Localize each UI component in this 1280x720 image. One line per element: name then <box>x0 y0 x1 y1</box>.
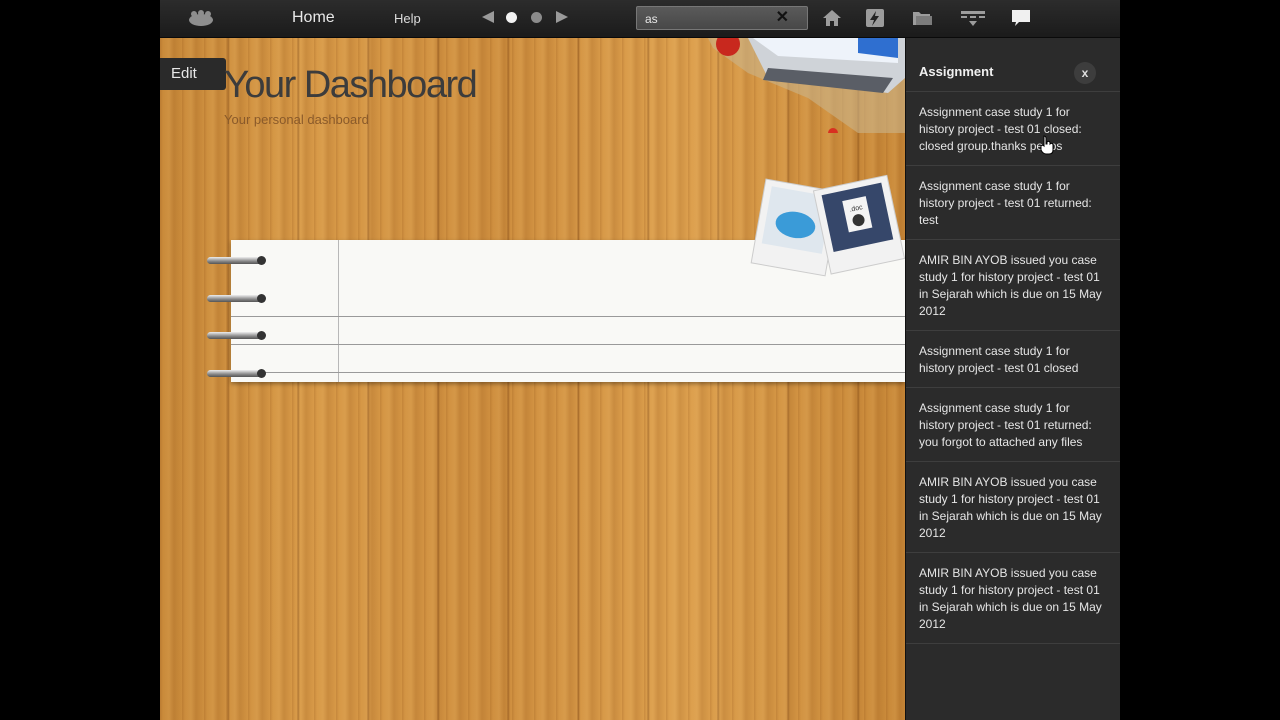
cloud-logo-icon[interactable] <box>188 9 214 27</box>
notification-item[interactable]: AMIR BIN AYOB issued you case study 1 fo… <box>906 462 1120 553</box>
photo-decoration-icon: .doc <box>750 174 906 277</box>
search-input[interactable] <box>643 9 767 29</box>
edit-button[interactable]: Edit <box>160 58 226 90</box>
assignment-panel: Assignment x Assignment case study 1 for… <box>905 38 1120 720</box>
right-arrow-icon[interactable] <box>556 11 568 23</box>
panel-close-button[interactable]: x <box>1074 62 1096 84</box>
spiral-ring <box>207 294 266 303</box>
notification-item[interactable]: Assignment case study 1 for history proj… <box>906 388 1120 462</box>
notification-item[interactable]: AMIR BIN AYOB issued you case study 1 fo… <box>906 240 1120 331</box>
notebook-rule <box>231 316 905 317</box>
spiral-ring <box>207 331 266 340</box>
page-title: Your Dashboard <box>224 64 478 106</box>
laptop-decoration-icon <box>708 38 905 133</box>
spiral-ring <box>207 256 266 265</box>
folder-icon[interactable] <box>911 7 933 29</box>
search-box: ✕ <box>636 6 808 30</box>
notification-item[interactable]: Assignment case study 1 for history proj… <box>906 166 1120 240</box>
close-x-icon[interactable]: ✕ <box>776 9 789 27</box>
notification-item[interactable]: Assignment case study 1 for history proj… <box>906 331 1120 388</box>
mouse-cursor-icon <box>1040 135 1054 155</box>
home-icon[interactable] <box>821 7 843 29</box>
notebook-row[interactable] <box>339 346 905 373</box>
top-bar: Home Help ✕ <box>160 0 1120 38</box>
notification-item[interactable]: Assignment case study 1 for history proj… <box>906 92 1120 166</box>
keyboard-menu-icon[interactable] <box>960 7 986 29</box>
home-link[interactable]: Home <box>292 9 335 27</box>
page-dot-2[interactable] <box>531 12 542 23</box>
page-subtitle: Your personal dashboard <box>224 112 369 127</box>
lightning-icon[interactable] <box>864 7 886 29</box>
notification-item[interactable]: AMIR BIN AYOB issued you case study 1 fo… <box>906 553 1120 644</box>
left-arrow-icon[interactable] <box>482 11 494 23</box>
app-window: Home Help ✕ Edit Your Das <box>160 0 1120 720</box>
help-link[interactable]: Help <box>394 11 421 26</box>
page-dot-1[interactable] <box>506 12 517 23</box>
panel-header: Assignment x <box>906 38 1120 92</box>
notification-list: Assignment case study 1 for history proj… <box>906 92 1120 644</box>
chat-bubble-icon[interactable] <box>1010 7 1032 29</box>
panel-title: Assignment <box>919 64 994 79</box>
notebook-row[interactable] <box>339 318 905 345</box>
wood-background: Edit Your Dashboard Your personal dashbo… <box>160 38 906 720</box>
spiral-ring <box>207 369 266 378</box>
